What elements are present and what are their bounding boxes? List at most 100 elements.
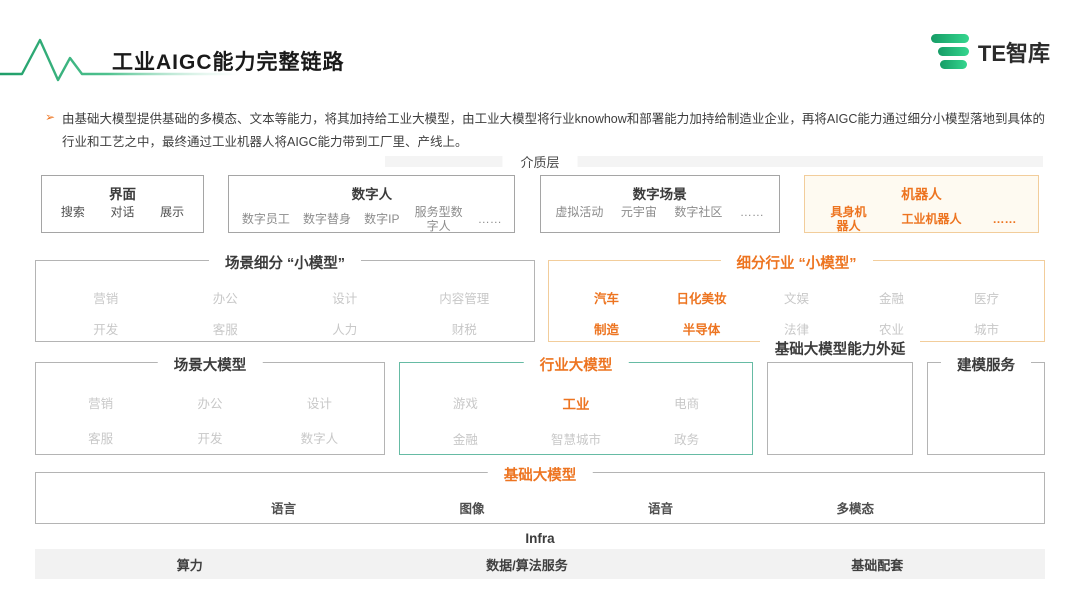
item: 电商: [674, 397, 700, 411]
box-title-foundation-ext: 基础大模型能力外延: [760, 341, 920, 360]
row-media-layer: 界面搜索 对话 展示 数字人数字员工 数字替身 数字IP 服务型数字人 …… 数字场景虚拟活动 元…: [35, 175, 1045, 233]
box-items: 游戏 工业 电商金融 智慧城市 政务: [400, 363, 752, 460]
intro-text: 由基础大模型提供基础的多模态、文本等能力，将其加持给工业大模型，由工业大模型将行…: [62, 112, 1045, 150]
te-logo-text: TE智库: [977, 40, 1050, 66]
box-items: 虚拟活动 元宇宙 数字社区 ……: [541, 205, 779, 220]
item: 数字社区: [674, 205, 723, 219]
infra-label: Infra: [525, 531, 555, 546]
item: 政务: [674, 433, 700, 447]
box-industry-small: 细分行业 “小模型” 汽车 日化美妆 文娱 金融 医疗制造 半导体 法律 农业 城市: [548, 252, 1045, 342]
item: 内容管理: [439, 292, 490, 306]
item: 办公: [212, 292, 238, 306]
box-title-foundation-model: 基础大模型: [487, 464, 593, 485]
item: 智慧城市: [550, 433, 601, 447]
item: 财税: [451, 323, 477, 337]
item: 工业机器人: [901, 211, 962, 226]
logo-bar: [937, 47, 969, 56]
slide: 工业AIGC能力完整链路 TE智库 ➢ 由基础大模型提供基础的多模态、文本等能力…: [0, 0, 1080, 608]
item: 营销: [93, 292, 119, 306]
item: 工业: [562, 397, 590, 412]
item: 服务型数字人: [414, 205, 463, 233]
item: 农业: [878, 323, 904, 337]
item: 开发: [197, 432, 223, 446]
item: 半导体: [682, 323, 721, 337]
item: 法律: [783, 323, 809, 337]
item: 对话: [110, 205, 135, 219]
box-robot: 机器人具身机器人 工业机器人 ……: [803, 175, 1039, 234]
item: 数字员工: [241, 211, 290, 226]
item: 开发: [93, 323, 119, 337]
box-title-interface: 界面: [109, 187, 136, 202]
box-title-digital-human: 数字人: [351, 187, 393, 202]
item: 客服: [212, 323, 238, 337]
box-title-digital-scene: 数字场景: [632, 187, 687, 202]
row-foundation-model: 基础大模型 语言 图像 语音 多模态: [35, 464, 1045, 524]
box-title-industry-small: 细分行业 “小模型”: [720, 252, 873, 273]
box-items: 营销 办公 设计客服 开发 数字人: [36, 363, 384, 459]
box-foundation-model: 基础大模型 语言 图像 语音 多模态: [35, 464, 1045, 524]
medium-layer-band: 介质层: [35, 152, 1045, 171]
item: 办公: [197, 397, 223, 411]
item: ……: [992, 211, 1017, 226]
box-title-industry-large: 行业大模型: [523, 354, 629, 375]
item: 具身机器人: [830, 205, 867, 233]
item: 数字替身: [303, 211, 352, 226]
item: 汽车: [593, 292, 619, 306]
box-digital-scene: 数字场景虚拟活动 元宇宙 数字社区 ……: [539, 175, 780, 233]
te-logo: TE智库: [930, 34, 1050, 69]
infra-item: 算力: [176, 557, 203, 573]
item: 制造: [593, 323, 619, 337]
box-foundation-ext: 基础大模型能力外延: [760, 341, 920, 455]
item: 设计: [332, 292, 358, 306]
medium-layer-label: 介质层: [502, 152, 578, 171]
item: 语言: [271, 502, 297, 516]
infra-item: 数据/算法服务: [486, 557, 568, 573]
box-interface: 界面搜索 对话 展示: [41, 175, 204, 233]
logo-bar: [930, 34, 969, 43]
item: 日化美妆: [676, 292, 727, 306]
box-items: 营销 办公 设计 内容管理开发 客服 人力 财税: [36, 261, 534, 350]
box-title-scene-small: 场景细分 “小模型”: [208, 252, 362, 273]
box-title-scene-large: 场景大模型: [157, 354, 263, 375]
box-scene-small: 场景细分 “小模型” 营销 办公 设计 内容管理开发 客服 人力 财税: [35, 252, 535, 342]
intro-paragraph: ➢ 由基础大模型提供基础的多模态、文本等能力，将其加持给工业大模型，由工业大模型…: [45, 108, 1045, 154]
item: ……: [739, 205, 764, 219]
item: 展示: [160, 205, 185, 219]
item: 营销: [88, 397, 114, 411]
item: 搜索: [60, 205, 85, 219]
box-title-robot: 机器人: [901, 187, 942, 202]
box-title-modeling: 建模服务: [941, 354, 1031, 375]
item: 数字IP: [364, 211, 400, 226]
te-logo-icon: [930, 34, 969, 69]
box-industry-large: 行业大模型游戏 工业 电商金融 智慧城市 政务: [399, 354, 753, 455]
page-title: 工业AIGC能力完整链路: [112, 51, 345, 74]
logo-bar: [939, 60, 967, 69]
item: 医疗: [973, 292, 999, 306]
item: 人力: [332, 323, 358, 337]
item: 虚拟活动: [555, 205, 604, 219]
item: 元宇宙: [620, 205, 657, 219]
box-items: 数字员工 数字替身 数字IP 服务型数字人 ……: [229, 205, 514, 234]
item: 设计: [306, 397, 332, 411]
box-items: 汽车 日化美妆 文娱 金融 医疗制造 半导体 法律 农业 城市: [549, 261, 1044, 350]
box-modeling: 建模服务: [927, 354, 1045, 455]
aigc-chain-diagram: 介质层 界面 搜索 对话 展示 数字人 数字员工 数字替身 数字IP 服务型数字人…… 数字场景虚…: [35, 152, 1045, 579]
item: 金融: [452, 433, 478, 447]
item: 多模态: [836, 502, 874, 516]
arrow-bullet-icon: ➢: [45, 110, 56, 124]
box-items: 搜索 对话 展示: [42, 205, 203, 220]
item: 游戏: [452, 397, 478, 411]
box-digital-human: 数字人数字员工 数字替身 数字IP 服务型数字人 ……: [228, 175, 516, 234]
item: 客服: [88, 432, 114, 446]
item: 城市: [973, 323, 999, 337]
item: 金融: [878, 292, 904, 306]
infra-item: 基础配套: [851, 557, 904, 573]
item: ……: [477, 211, 502, 226]
box-items: 具身机器人 工业机器人 ……: [805, 205, 1038, 234]
item: 文娱: [783, 292, 809, 306]
infra-bar: 算力 数据/算法服务 基础配套: [35, 549, 1045, 579]
box-scene-large: 场景大模型营销 办公 设计客服 开发 数字人: [35, 354, 385, 455]
item: 数字人: [300, 432, 339, 446]
row-large-models: 场景大模型营销 办公 设计客服 开发 数字人 行业大模型游戏 工业 电商金融 智慧城市 政务 基础大…: [35, 341, 1045, 455]
item: 图像: [459, 502, 485, 516]
